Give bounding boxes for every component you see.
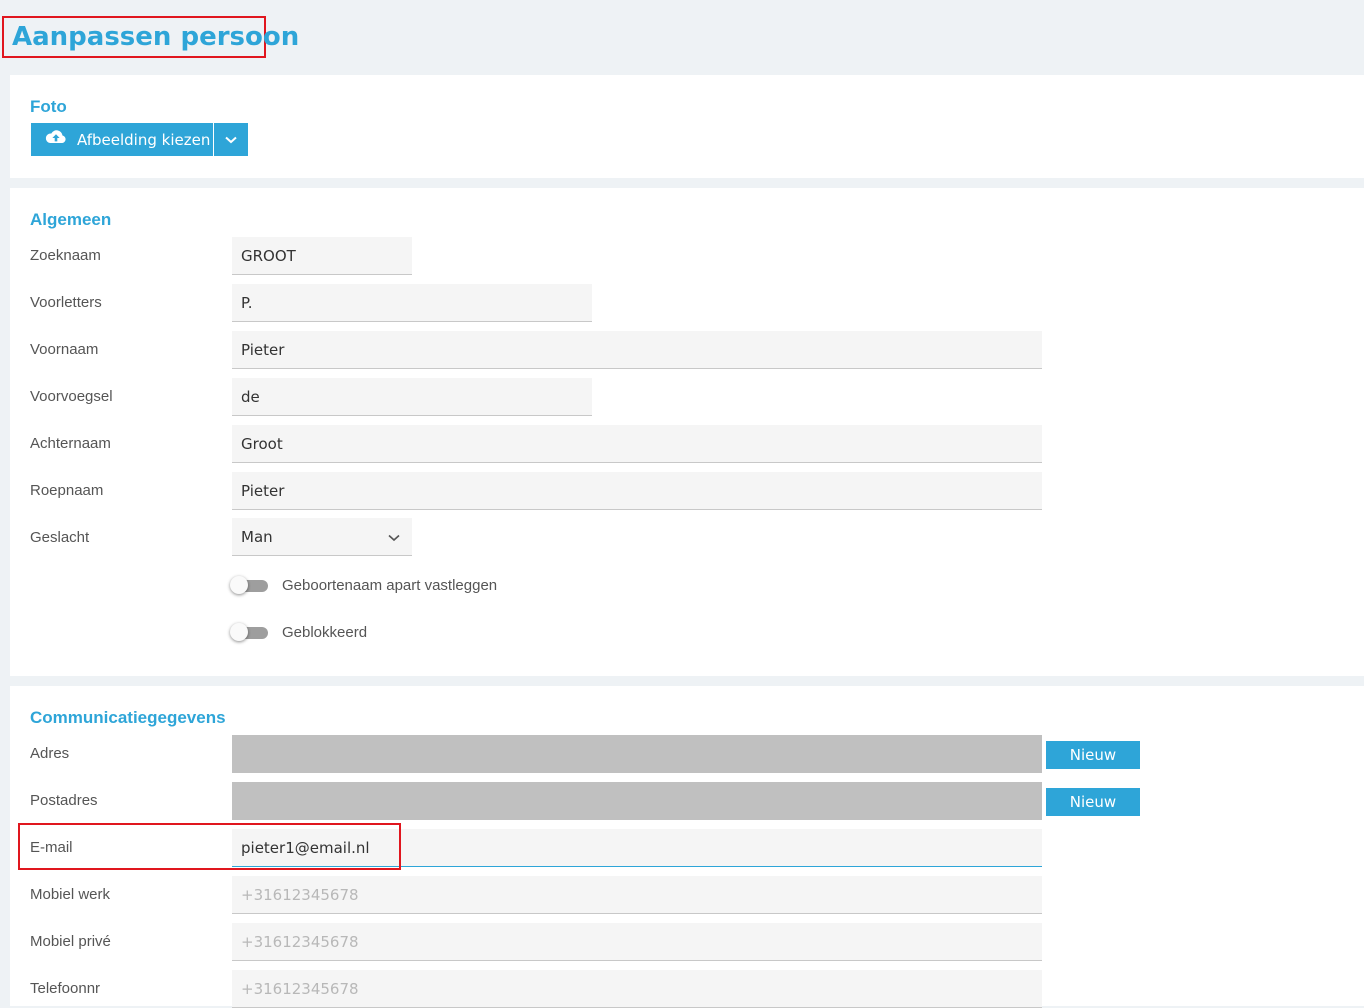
algemeen-section-title: Algemeen	[30, 210, 112, 229]
upload-options-button[interactable]	[213, 123, 248, 156]
zoeknaam-label: Zoeknaam	[30, 247, 101, 264]
algemeen-panel: Algemeen Zoeknaam Voorletters Voornaam V…	[10, 188, 1364, 676]
geblokkeerd-toggle-label: Geblokkeerd	[282, 623, 368, 641]
geboortenaam-toggle-row: Geboortenaam apart vastleggen	[230, 575, 497, 595]
mobiel-prive-field[interactable]	[232, 923, 1042, 961]
achternaam-input[interactable]	[232, 425, 1042, 463]
voorvoegsel-label: Voorvoegsel	[30, 388, 113, 405]
page-title: Aanpassen persoon	[12, 22, 300, 52]
page-title-highlight: Aanpassen persoon	[2, 16, 299, 58]
email-field[interactable]	[232, 829, 1042, 867]
communicatie-panel: Communicatiegegevens Adres Nieuw Postadr…	[10, 686, 1364, 1008]
voorletters-label: Voorletters	[30, 294, 102, 311]
chevron-down-icon	[388, 528, 400, 546]
foto-section-title: Foto	[30, 97, 67, 116]
new-postal-address-button[interactable]: Nieuw	[1046, 788, 1140, 816]
geboortenaam-toggle-label: Geboortenaam apart vastleggen	[282, 576, 498, 594]
upload-split-button: Afbeelding kiezen	[31, 123, 248, 156]
postadres-label: Postadres	[30, 792, 98, 809]
email-label: E-mail	[30, 839, 73, 856]
geslacht-select[interactable]: Man	[232, 518, 412, 556]
communicatie-section-title: Communicatiegegevens	[30, 708, 226, 727]
new-address-button[interactable]: Nieuw	[1046, 741, 1140, 769]
mobiel-prive-label: Mobiel privé	[30, 933, 111, 950]
foto-panel: Foto Afbeelding kiezen	[10, 75, 1364, 178]
geblokkeerd-toggle[interactable]	[230, 622, 270, 642]
geslacht-selected-value: Man	[241, 527, 273, 546]
geboortenaam-toggle[interactable]	[230, 575, 270, 595]
geslacht-label: Geslacht	[30, 529, 90, 546]
mobiel-werk-label: Mobiel werk	[30, 886, 111, 903]
chevron-down-icon	[225, 131, 237, 149]
voorvoegsel-input[interactable]	[232, 378, 592, 416]
voorletters-input[interactable]	[232, 284, 592, 322]
roepnaam-input[interactable]	[232, 472, 1042, 510]
telefoonnr-field[interactable]	[232, 970, 1042, 1008]
mobiel-werk-field[interactable]	[232, 876, 1042, 914]
toggle-knob	[230, 623, 248, 641]
geblokkeerd-toggle-row: Geblokkeerd	[230, 622, 367, 642]
voornaam-input[interactable]	[232, 331, 1042, 369]
toggle-knob	[230, 576, 248, 594]
roepnaam-label: Roepnaam	[30, 482, 104, 499]
telefoonnr-label: Telefoonnr	[30, 980, 101, 997]
adres-field	[232, 735, 1042, 773]
zoeknaam-input[interactable]	[232, 237, 412, 275]
choose-image-label: Afbeelding kiezen	[77, 130, 211, 149]
achternaam-label: Achternaam	[30, 435, 111, 452]
cloud-upload-icon	[45, 129, 67, 150]
postadres-field	[232, 782, 1042, 820]
adres-label: Adres	[30, 745, 70, 762]
choose-image-button[interactable]: Afbeelding kiezen	[31, 123, 213, 156]
voornaam-label: Voornaam	[30, 341, 99, 358]
